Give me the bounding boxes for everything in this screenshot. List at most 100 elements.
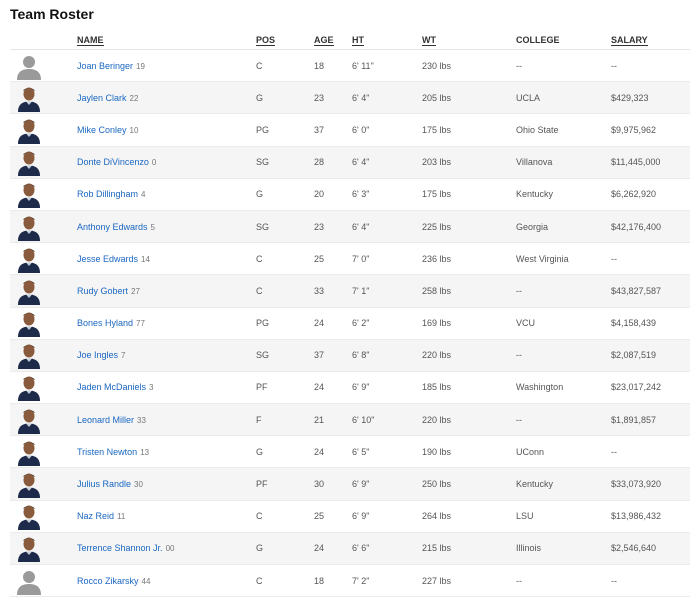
player-headshot[interactable] (10, 309, 77, 338)
player-headshot[interactable] (10, 373, 77, 402)
player-photo-cell (10, 532, 77, 564)
player-pos: G (256, 446, 264, 457)
player-jersey: 10 (129, 125, 139, 135)
table-row: Tristen Newton 13 G 24 6' 5" 190 lbs UConn -- (10, 436, 690, 468)
table-row: Leonard Miller 33 F 21 6' 10" 220 lbs -- $1,891… (10, 403, 690, 436)
player-salary: $9,975,962 (611, 124, 657, 135)
player-name-link[interactable]: Joan Beringer (77, 61, 133, 71)
header-pos[interactable]: POS (256, 30, 314, 50)
player-photo-cell (10, 371, 77, 403)
player-salary: $4,158,439 (611, 318, 657, 329)
player-name-link[interactable]: Naz Reid (77, 511, 114, 521)
player-name-cell: Joe Ingles 7 (77, 339, 256, 371)
player-headshot[interactable] (10, 341, 77, 370)
header-name[interactable]: NAME (77, 30, 256, 50)
player-headshot[interactable] (10, 245, 77, 273)
player-pos: G (256, 189, 264, 200)
player-weight: 225 lbs (422, 221, 452, 232)
player-name-link[interactable]: Rob Dillingham (77, 189, 138, 199)
player-jersey: 3 (149, 383, 154, 393)
player-height: 6' 4" (352, 92, 370, 103)
player-height: 6' 11" (352, 60, 374, 71)
player-name-link[interactable]: Bones Hyland (77, 318, 133, 328)
player-silhouette-icon[interactable] (10, 52, 77, 80)
player-weight: 227 lbs (422, 575, 452, 586)
player-headshot[interactable] (10, 277, 77, 305)
player-height: 7' 0" (352, 253, 370, 264)
player-name-link[interactable]: Terrence Shannon Jr. (77, 543, 163, 553)
player-name-link[interactable]: Anthony Edwards (77, 222, 148, 232)
player-jersey: 19 (136, 61, 145, 71)
table-row: Terrence Shannon Jr. 00 G 24 6' 6" 215 lbs Ill… (10, 532, 690, 565)
player-salary: $23,017,242 (611, 382, 662, 393)
player-headshot[interactable] (10, 534, 77, 563)
player-name-link[interactable]: Tristen Newton (77, 447, 137, 457)
player-headshot[interactable] (10, 116, 77, 144)
player-headshot[interactable] (10, 406, 77, 434)
header-ht-label[interactable]: HT (352, 34, 364, 46)
player-jersey: 5 (150, 222, 155, 232)
player-weight: 220 lbs (422, 350, 452, 361)
player-pos: C (256, 253, 263, 264)
player-age: 21 (314, 414, 325, 425)
player-weight: 185 lbs (422, 382, 452, 393)
header-age[interactable]: AGE (314, 30, 352, 50)
table-row: Joan Beringer 19 C 18 6' 11" 230 lbs -- -- (10, 50, 690, 82)
player-salary: -- (611, 60, 617, 71)
player-headshot[interactable] (10, 470, 77, 499)
header-age-label[interactable]: AGE (314, 34, 334, 46)
player-salary: -- (611, 253, 617, 264)
roster-table: NAME POS AGE HT WT COLLEGE SALARY Joan B… (10, 30, 690, 597)
header-salary[interactable]: SALARY (611, 30, 690, 50)
player-name-link[interactable]: Rocco Zikarsky (77, 576, 139, 586)
player-photo-cell (10, 275, 77, 307)
player-college: UConn (516, 446, 545, 457)
player-college: -- (516, 350, 522, 361)
player-weight: 169 lbs (422, 318, 452, 329)
table-row: Jaylen Clark 22 G 23 6' 4" 205 lbs UCLA $429,32… (10, 81, 690, 114)
player-name-link[interactable]: Leonard Miller (77, 415, 134, 425)
player-headshot[interactable] (10, 84, 77, 112)
player-headshot[interactable] (10, 502, 77, 531)
player-headshot[interactable] (10, 213, 77, 241)
player-photo-cell (10, 565, 77, 597)
player-salary: $2,546,640 (611, 543, 657, 554)
player-salary: $43,827,587 (611, 285, 662, 296)
header-wt-label[interactable]: WT (422, 34, 436, 46)
player-headshot[interactable] (10, 180, 77, 209)
player-college: Kentucky (516, 189, 554, 200)
player-pos: SG (256, 221, 270, 232)
player-jersey: 30 (134, 480, 143, 490)
header-wt[interactable]: WT (422, 30, 516, 50)
player-name-link[interactable]: Rudy Gobert (77, 286, 128, 296)
player-height: 7' 1" (352, 285, 370, 296)
player-name-link[interactable]: Jesse Edwards (77, 254, 138, 264)
player-pos: PG (256, 318, 270, 329)
player-headshot[interactable] (10, 438, 77, 466)
player-name-link[interactable]: Jaden McDaniels (77, 382, 146, 392)
player-name-link[interactable]: Julius Randle (77, 479, 131, 489)
header-salary-label[interactable]: SALARY (611, 34, 648, 46)
player-photo-cell (10, 178, 77, 210)
player-weight: 230 lbs (422, 60, 452, 71)
player-jersey: 14 (141, 254, 150, 264)
player-weight: 258 lbs (422, 285, 452, 296)
player-name-link[interactable]: Joe Ingles (77, 350, 118, 360)
player-name-link[interactable]: Mike Conley (77, 125, 127, 135)
header-ht[interactable]: HT (352, 30, 422, 50)
table-row: Julius Randle 30 PF 30 6' 9" 250 lbs Kentucky $… (10, 467, 690, 501)
player-salary: -- (611, 446, 617, 457)
player-name-link[interactable]: Jaylen Clark (77, 93, 127, 103)
player-height: 7' 2" (352, 575, 370, 586)
header-pos-label[interactable]: POS (256, 34, 276, 46)
player-headshot[interactable] (10, 148, 77, 177)
player-college: LSU (516, 511, 534, 522)
player-silhouette-icon[interactable] (10, 567, 77, 595)
player-pos: C (256, 511, 263, 522)
player-name-link[interactable]: Donte DiVincenzo (77, 157, 149, 167)
header-photo (10, 30, 77, 50)
player-height: 6' 4" (352, 221, 370, 232)
header-name-label[interactable]: NAME (77, 34, 104, 46)
player-pos: G (256, 92, 264, 103)
player-college: Kentucky (516, 479, 554, 490)
